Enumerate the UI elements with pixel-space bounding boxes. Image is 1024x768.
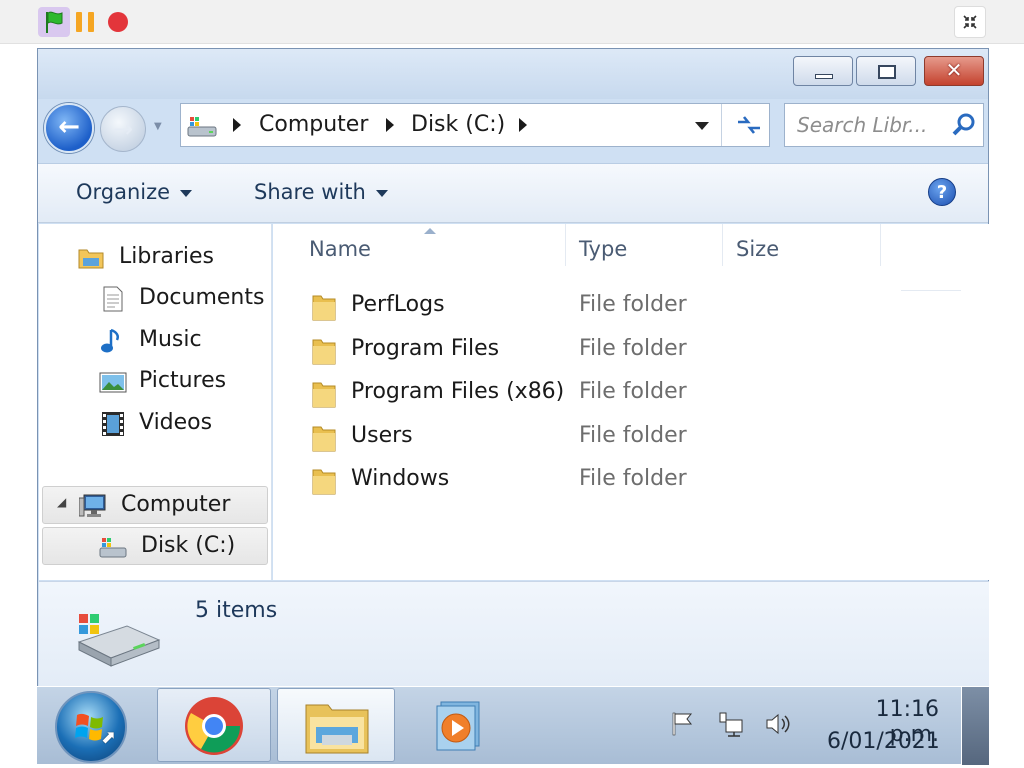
pause-icon bbox=[76, 12, 82, 32]
command-bar: Organize Share with bbox=[38, 163, 988, 223]
search-box[interactable] bbox=[784, 103, 984, 147]
explorer-window: ✕ ← → ▼ Computer Disk (C:) Organize bbox=[37, 48, 989, 688]
breadcrumb-separator-icon[interactable] bbox=[519, 118, 527, 132]
nav-pictures[interactable]: Pictures bbox=[99, 363, 269, 401]
column-header-name[interactable]: Name bbox=[273, 224, 565, 272]
caret-down-icon bbox=[180, 189, 193, 197]
network-icon[interactable] bbox=[717, 709, 747, 739]
nav-videos[interactable]: Videos bbox=[99, 405, 269, 443]
back-button[interactable]: ← bbox=[44, 103, 94, 153]
minimize-icon bbox=[815, 74, 833, 79]
back-arrow-icon: ← bbox=[58, 112, 80, 142]
shrink-icon bbox=[963, 15, 977, 29]
folder-icon bbox=[312, 382, 336, 408]
search-icon[interactable] bbox=[951, 112, 977, 138]
chrome-icon bbox=[185, 697, 243, 755]
green-flag-button[interactable] bbox=[38, 7, 70, 37]
nav-documents[interactable]: Documents bbox=[99, 280, 269, 318]
help-button[interactable]: ? bbox=[928, 178, 956, 206]
breadcrumb-disk[interactable]: Disk (C:) bbox=[411, 112, 505, 137]
help-icon: ? bbox=[936, 182, 948, 203]
videos-icon bbox=[102, 412, 124, 436]
restore-button[interactable] bbox=[856, 56, 916, 86]
pictures-icon bbox=[99, 372, 127, 393]
details-pane: 5 items bbox=[39, 581, 989, 687]
column-header-type[interactable]: Type bbox=[565, 224, 722, 272]
file-list: Name Type Size PerfLogs File folder Prog… bbox=[273, 224, 989, 580]
volume-icon[interactable] bbox=[763, 709, 793, 739]
breadcrumb-separator-icon[interactable] bbox=[386, 118, 394, 132]
file-name: Program Files (x86) bbox=[351, 379, 565, 404]
drive-icon bbox=[99, 538, 127, 558]
folder-icon bbox=[312, 426, 336, 452]
music-icon bbox=[101, 328, 119, 353]
caret-down-icon bbox=[375, 189, 388, 197]
pause-button[interactable] bbox=[76, 12, 98, 32]
file-row[interactable]: Program Files (x86) File folder bbox=[273, 373, 989, 415]
file-row[interactable]: PerfLogs File folder bbox=[273, 286, 989, 328]
file-name: Program Files bbox=[351, 336, 500, 361]
computer-icon bbox=[79, 494, 106, 517]
column-header-size[interactable]: Size bbox=[722, 224, 880, 272]
collapse-triangle-icon[interactable]: ◢ bbox=[57, 495, 66, 509]
action-center-flag-icon[interactable] bbox=[667, 709, 697, 739]
folder-icon bbox=[312, 339, 336, 365]
file-type: File folder bbox=[579, 466, 687, 491]
search-input[interactable] bbox=[797, 112, 947, 138]
taskbar-explorer[interactable] bbox=[277, 688, 395, 762]
file-name: PerfLogs bbox=[351, 292, 445, 317]
drive-icon bbox=[187, 117, 217, 137]
show-desktop-button[interactable] bbox=[961, 687, 989, 765]
address-dropdown-icon[interactable] bbox=[695, 122, 709, 130]
top-toolbar bbox=[0, 0, 1024, 44]
file-type: File folder bbox=[579, 423, 687, 448]
folder-icon bbox=[312, 295, 336, 321]
file-row[interactable]: Users File folder bbox=[273, 417, 989, 459]
start-button[interactable]: ⬈ bbox=[55, 691, 127, 763]
media-player-icon bbox=[436, 701, 480, 751]
file-type: File folder bbox=[579, 379, 687, 404]
address-bar[interactable]: Computer Disk (C:) bbox=[180, 103, 770, 147]
navigation-pane: Libraries Documents Music Pictures Video… bbox=[39, 224, 272, 580]
breadcrumb-separator-icon[interactable] bbox=[233, 118, 241, 132]
documents-icon bbox=[103, 286, 123, 312]
nav-disk-c[interactable]: Disk (C:) bbox=[42, 527, 268, 565]
title-bar: ✕ bbox=[38, 49, 988, 99]
file-name: Users bbox=[351, 423, 413, 448]
nav-libraries[interactable]: Libraries bbox=[77, 239, 267, 277]
share-with-menu[interactable]: Share with bbox=[254, 180, 388, 204]
refresh-icon bbox=[738, 116, 760, 134]
forward-button[interactable]: → bbox=[100, 106, 146, 152]
taskbar-chrome[interactable] bbox=[157, 688, 271, 762]
file-name: Windows bbox=[351, 466, 450, 491]
restore-icon bbox=[878, 65, 896, 79]
clock-date[interactable]: 6/01/2021 bbox=[827, 729, 940, 754]
organize-menu[interactable]: Organize bbox=[76, 180, 193, 204]
explorer-icon bbox=[305, 704, 369, 754]
shrink-button[interactable] bbox=[954, 6, 986, 38]
minimize-button[interactable] bbox=[793, 56, 853, 86]
green-flag-icon bbox=[46, 11, 63, 33]
file-row[interactable]: Program Files File folder bbox=[273, 330, 989, 372]
mouse-cursor-icon: ⬈ bbox=[101, 727, 117, 748]
refresh-button[interactable] bbox=[729, 112, 769, 140]
file-type: File folder bbox=[579, 336, 687, 361]
breadcrumb-computer[interactable]: Computer bbox=[259, 112, 368, 137]
stop-button[interactable] bbox=[108, 12, 128, 32]
item-count: 5 items bbox=[195, 598, 278, 623]
close-button[interactable]: ✕ bbox=[924, 56, 984, 86]
close-icon: ✕ bbox=[945, 58, 963, 82]
nav-music[interactable]: Music bbox=[99, 322, 269, 360]
file-type: File folder bbox=[579, 292, 687, 317]
nav-computer[interactable]: ◢ Computer bbox=[42, 486, 268, 524]
taskbar-media-player[interactable] bbox=[415, 688, 501, 762]
libraries-icon bbox=[78, 249, 104, 269]
recent-pages-dropdown[interactable]: ▼ bbox=[154, 121, 166, 132]
folder-icon bbox=[312, 469, 336, 495]
hard-drive-icon bbox=[77, 614, 161, 667]
taskbar: ⬈ 11:16 p.m. 6/01/2021 bbox=[37, 686, 989, 765]
file-row[interactable]: Windows File folder bbox=[273, 460, 989, 502]
forward-arrow-icon: → bbox=[112, 115, 134, 143]
